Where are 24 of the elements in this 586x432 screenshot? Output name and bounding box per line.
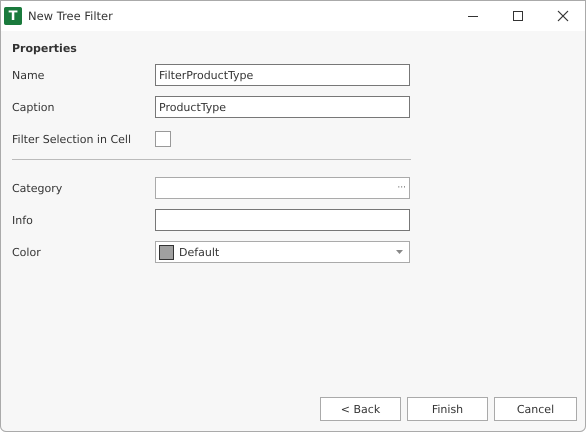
field-label: Caption (12, 100, 56, 114)
browse-field[interactable]: ··· (155, 177, 410, 199)
text-field[interactable]: FilterProductType (155, 64, 410, 86)
field-label: Filter Selection in Cell (12, 132, 132, 146)
browse-button[interactable]: ··· (397, 183, 406, 193)
dialog-button[interactable]: Cancel (494, 397, 577, 421)
field-label: Info (12, 214, 34, 226)
close-icon[interactable] (557, 10, 569, 22)
app-icon: T (4, 7, 22, 25)
checkbox[interactable] (155, 131, 171, 147)
dialog-button[interactable]: < Back (320, 397, 401, 421)
caret-icon (396, 250, 403, 254)
window-title: New Tree Filter (28, 9, 113, 23)
maximize-icon[interactable] (512, 10, 524, 22)
dialog-button[interactable]: Finish (407, 397, 488, 421)
field-label: Name (12, 68, 46, 82)
text-field[interactable]: ProductType (155, 96, 410, 118)
dropdown-value: Default (179, 246, 220, 258)
section-heading: Properties (12, 42, 78, 55)
text-field[interactable] (155, 209, 410, 231)
color-swatch (159, 244, 174, 260)
color-dropdown[interactable]: Default (155, 241, 410, 263)
field-label: Color (12, 246, 42, 258)
field-label: Category (12, 182, 64, 194)
